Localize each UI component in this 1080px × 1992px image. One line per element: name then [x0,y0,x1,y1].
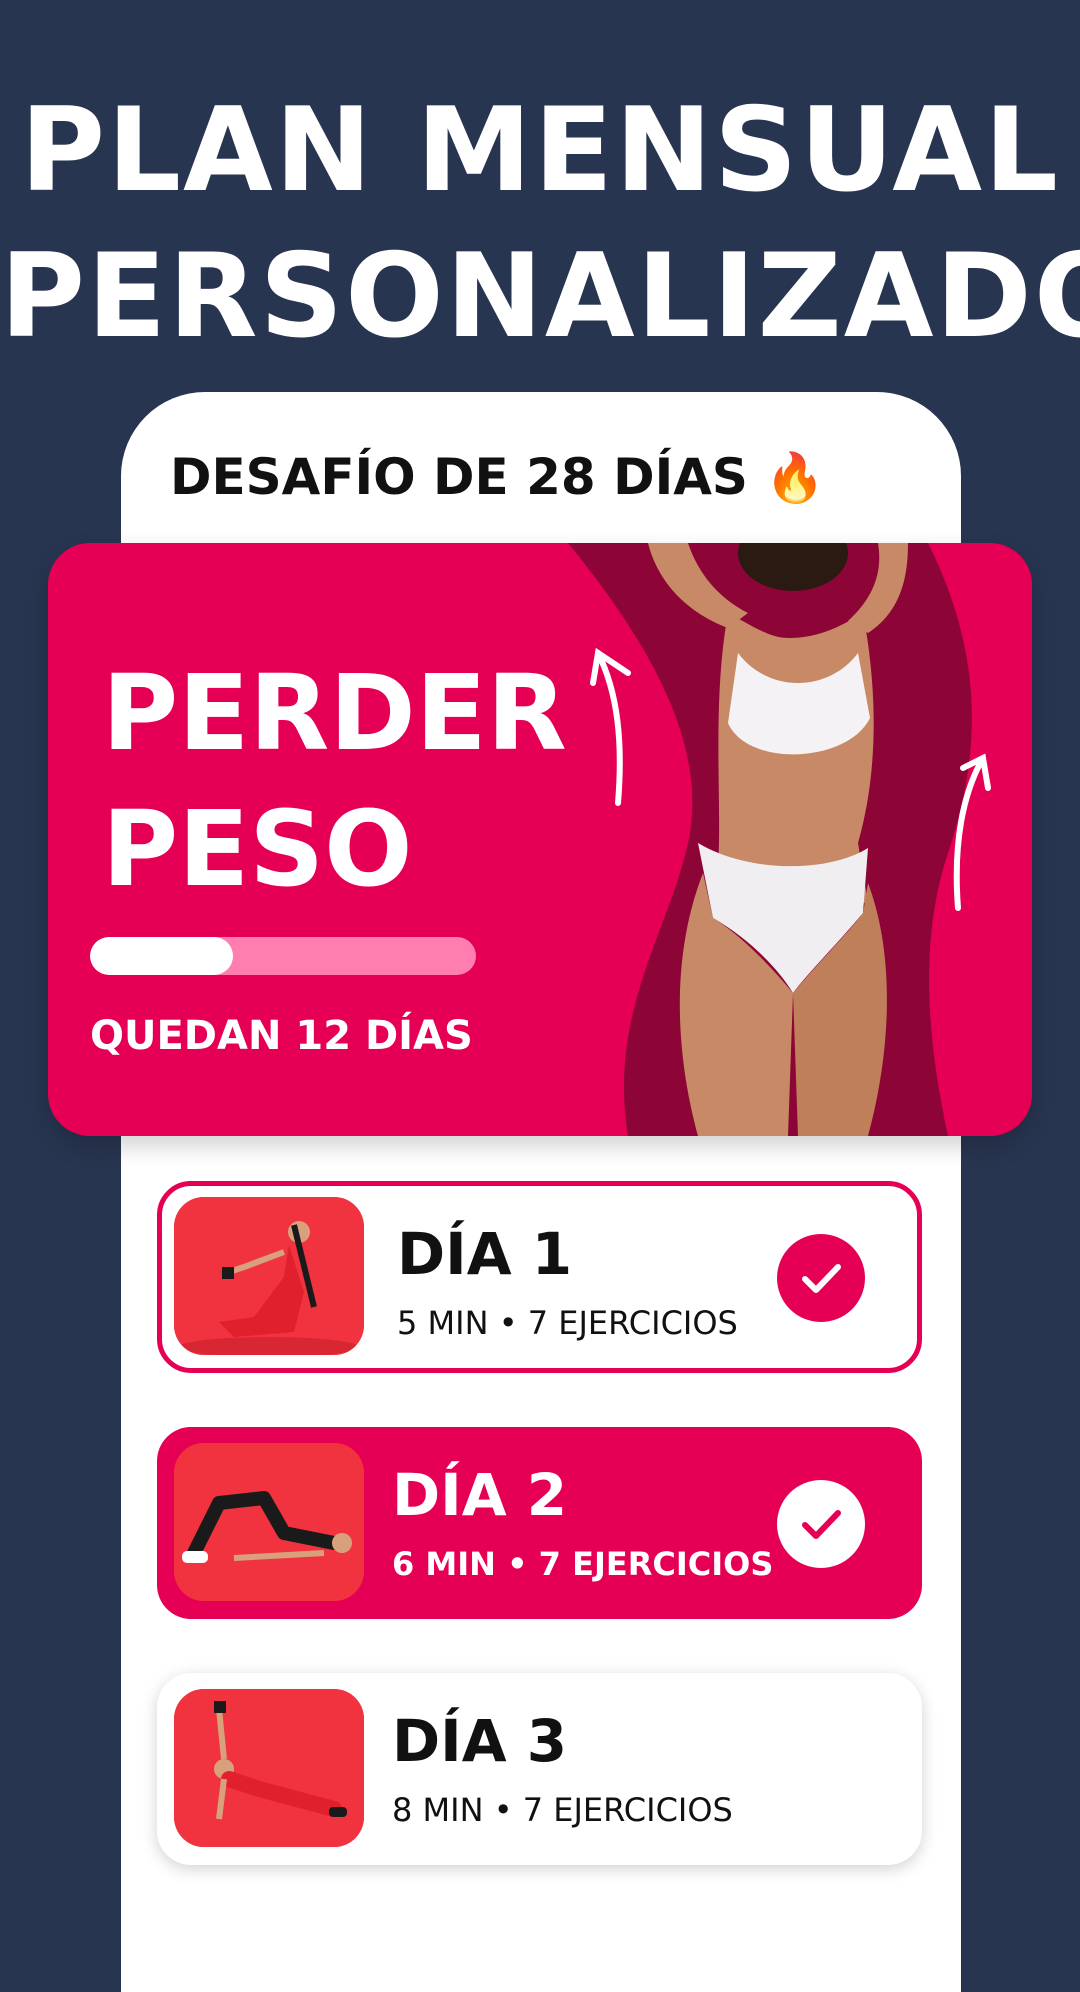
flame-icon: 🔥 [765,450,826,506]
day-1-title: DÍA 1 [397,1220,573,1288]
day-2-title: DÍA 2 [392,1461,568,1529]
day-3-title: DÍA 3 [392,1707,568,1775]
challenge-title: DESAFÍO DE 28 DÍAS 🔥 [170,448,825,506]
day-2-thumbnail [174,1443,364,1601]
plan-title-line-1: PERDER [102,652,567,774]
day-3-thumbnail [174,1689,364,1847]
day-1-thumbnail [174,1197,364,1355]
day-2-meta: 6 MIN • 7 EJERCICIOS [392,1545,774,1583]
headline-line-2: PERSONALIZADO [0,229,1080,364]
plan-title: PERDER PESO [102,645,567,917]
plan-progress-fill [90,937,233,975]
check-icon [777,1234,865,1322]
arrow-up-icon-left [590,647,631,806]
promo-headline: PLAN MENSUAL PERSONALIZADO [0,78,1080,370]
headline-line-1: PLAN MENSUAL [20,83,1060,218]
day-card-1[interactable]: DÍA 1 5 MIN • 7 EJERCICIOS [157,1181,922,1373]
day-1-meta: 5 MIN • 7 EJERCICIOS [397,1304,738,1342]
plan-title-line-2: PESO [102,788,413,910]
plan-card[interactable]: PERDER PESO QUEDAN 12 DÍAS [48,543,1032,1136]
day-card-2[interactable]: DÍA 2 6 MIN • 7 EJERCICIOS [157,1427,922,1619]
day-3-meta: 8 MIN • 7 EJERCICIOS [392,1791,733,1829]
challenge-title-text: DESAFÍO DE 28 DÍAS [170,448,748,506]
days-remaining-label: QUEDAN 12 DÍAS [90,1013,473,1059]
day-card-3[interactable]: DÍA 3 8 MIN • 7 EJERCICIOS [157,1673,922,1865]
plan-progress-bar [90,937,476,975]
check-icon [777,1480,865,1568]
